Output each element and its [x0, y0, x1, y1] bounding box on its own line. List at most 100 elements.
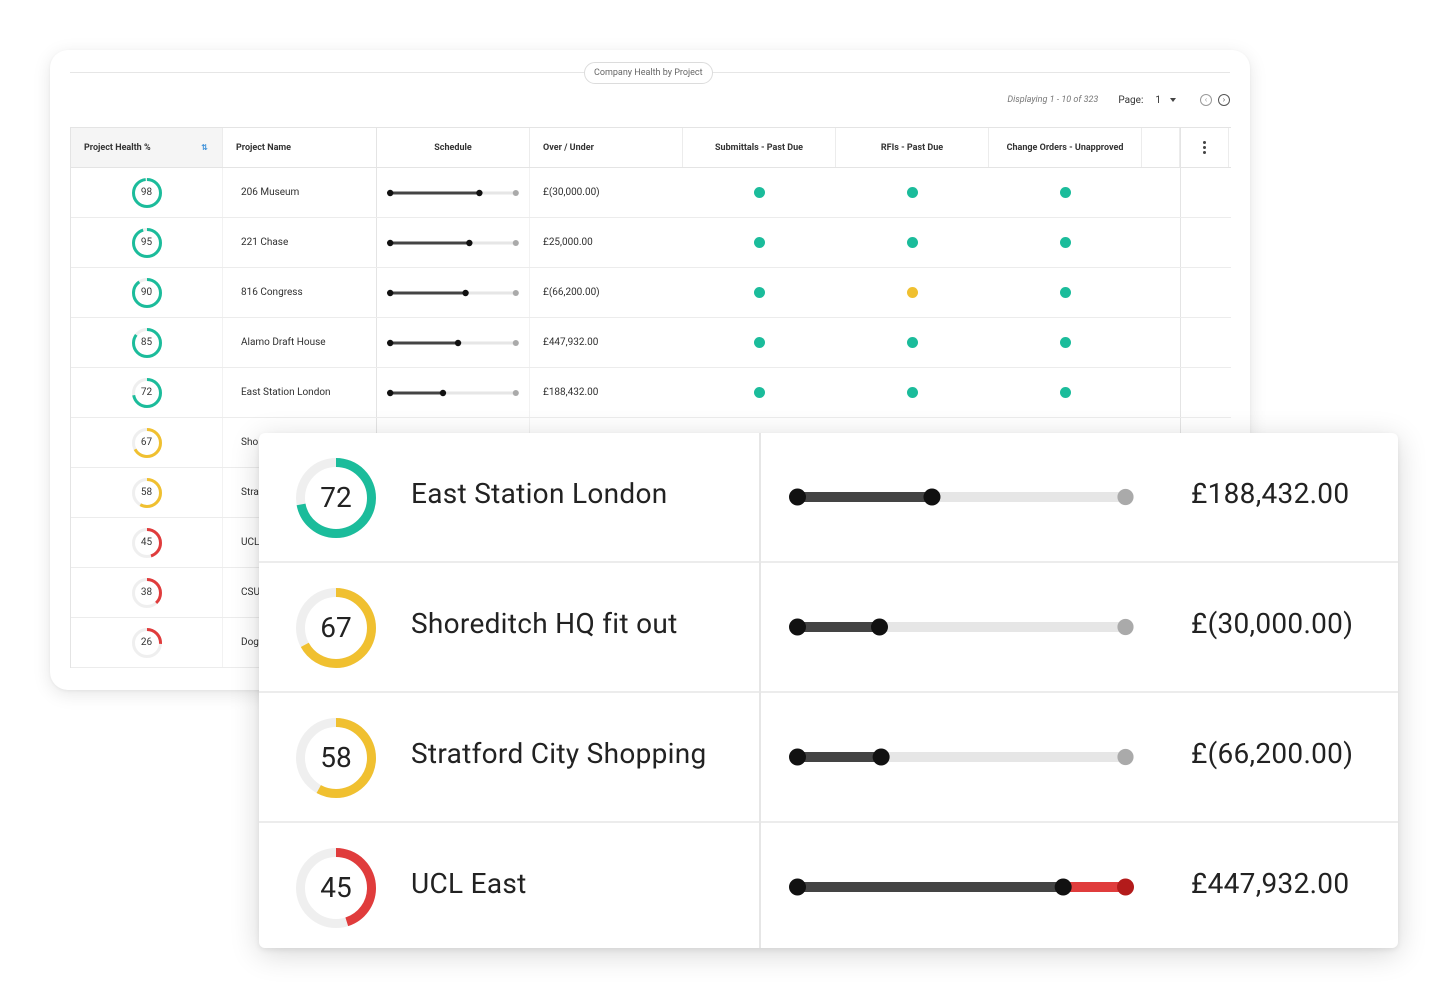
sort-icon[interactable]: ⇅: [201, 143, 208, 152]
column-header-submittals[interactable]: Submittals - Past Due: [683, 128, 836, 167]
zoom-row[interactable]: 58 Stratford City Shopping £(66,200.00): [259, 693, 1398, 823]
schedule-current-dot: [466, 239, 473, 246]
submittals-cell: [683, 318, 836, 367]
health-ring: 98: [131, 177, 162, 208]
prev-page-button[interactable]: ‹: [1200, 94, 1212, 106]
change-orders-cell: [989, 168, 1142, 217]
health-value: 45: [140, 536, 153, 548]
column-header-schedule[interactable]: Schedule: [377, 128, 530, 167]
project-name[interactable]: CSU: [241, 587, 260, 598]
health-value: 90: [140, 286, 153, 298]
project-health-cell: 95: [71, 218, 223, 267]
schedule-progress-bar: [789, 878, 1134, 896]
schedule-current-dot: [439, 389, 447, 396]
over-under-value: £188,432.00: [543, 387, 599, 398]
project-name[interactable]: East Station London: [241, 387, 331, 398]
table-row[interactable]: 85 Alamo Draft House £447,932.00: [71, 318, 1231, 368]
project-name[interactable]: UCL East: [411, 867, 527, 900]
health-value: 85: [140, 336, 153, 348]
column-header-project-name[interactable]: Project Name: [223, 128, 377, 167]
panel-title: Company Health by Project: [584, 62, 713, 84]
row-spacer: [1142, 168, 1180, 217]
schedule-current-dot: [1054, 878, 1072, 896]
more-options-icon[interactable]: [1180, 128, 1229, 167]
row-spacer: [1142, 318, 1180, 367]
table-header: Project Health % ⇅ Project Name Schedule…: [71, 128, 1231, 168]
table-row[interactable]: 90 816 Congress £(66,200.00): [71, 268, 1231, 318]
submittals-status-dot: [754, 387, 765, 398]
schedule-end-dot: [512, 239, 519, 246]
rfis-cell: [836, 268, 989, 317]
submittals-cell: [683, 368, 836, 417]
project-health-cell: 90: [71, 268, 223, 317]
rfis-cell: [836, 168, 989, 217]
over-under-value: £(66,200.00): [543, 287, 600, 298]
project-health-cell: 45: [71, 518, 223, 567]
project-name[interactable]: Dog: [241, 637, 259, 648]
next-page-button[interactable]: ›: [1218, 94, 1230, 106]
zoom-row[interactable]: 72 East Station London £188,432.00: [259, 433, 1398, 563]
schedule-cell: [789, 485, 1134, 509]
schedule-end-dot: [512, 289, 519, 296]
project-health-cell: 67: [71, 418, 223, 467]
change-orders-cell: [989, 368, 1142, 417]
schedule-progress-bar: [387, 189, 519, 196]
project-name-cell[interactable]: 206 Museum: [223, 168, 377, 217]
displaying-count: Displaying 1 - 10 of 323: [1007, 95, 1099, 105]
row-spacer: [1142, 268, 1180, 317]
schedule-progress-bar: [387, 339, 519, 346]
project-name[interactable]: UCL: [241, 537, 259, 548]
project-name[interactable]: Shoreditch HQ fit out: [411, 607, 678, 640]
change-orders-status-dot: [1060, 237, 1071, 248]
project-health-cell: 26: [71, 618, 223, 667]
project-name[interactable]: 816 Congress: [241, 287, 303, 298]
over-under-cell: £25,000.00: [530, 218, 683, 267]
change-orders-status-dot: [1060, 387, 1071, 398]
project-name[interactable]: East Station London: [411, 477, 668, 510]
schedule-end-dot: [512, 339, 519, 346]
project-health-cell: 98: [71, 168, 223, 217]
schedule-start-dot: [789, 878, 806, 896]
project-name[interactable]: Sho: [241, 437, 258, 448]
pagination: Displaying 1 - 10 of 323 Page: 1 ‹ ›: [1007, 90, 1230, 110]
project-name[interactable]: Alamo Draft House: [241, 337, 326, 348]
project-name-cell[interactable]: 221 Chase: [223, 218, 377, 267]
project-name-cell[interactable]: East Station London: [223, 368, 377, 417]
table-row[interactable]: 98 206 Museum £(30,000.00): [71, 168, 1231, 218]
column-header-label: Project Name: [236, 142, 292, 153]
project-name[interactable]: Stratford City Shopping: [411, 737, 707, 770]
schedule-progress-bar: [789, 618, 1134, 636]
zoom-row[interactable]: 45 UCL East £447,932.00: [259, 823, 1398, 948]
over-under-value: £447,932.00: [543, 337, 599, 348]
column-header-rfis[interactable]: RFIs - Past Due: [836, 128, 989, 167]
column-header-change-orders[interactable]: Change Orders - Unapproved: [989, 128, 1142, 167]
zoom-row[interactable]: 67 Shoreditch HQ fit out £(30,000.00): [259, 563, 1398, 693]
schedule-current-dot: [454, 339, 462, 346]
rfis-cell: [836, 368, 989, 417]
page-select[interactable]: 1: [1155, 95, 1176, 106]
schedule-cell: [789, 875, 1134, 899]
project-name[interactable]: 206 Museum: [241, 187, 299, 198]
rfis-status-dot: [907, 337, 918, 348]
rfis-status-dot: [907, 387, 918, 398]
submittals-cell: [683, 268, 836, 317]
schedule-cell: [377, 218, 530, 267]
zoom-detail-panel: 72 East Station London £188,432.00 67 Shored…: [259, 433, 1398, 948]
project-name-cell[interactable]: Alamo Draft House: [223, 318, 377, 367]
schedule-end-dot: [512, 389, 519, 396]
submittals-cell: [683, 218, 836, 267]
column-header-project-health[interactable]: Project Health % ⇅: [71, 128, 223, 167]
schedule-start-dot: [789, 488, 806, 506]
project-name-cell[interactable]: 816 Congress: [223, 268, 377, 317]
table-row[interactable]: 72 East Station London £188,432.00: [71, 368, 1231, 418]
health-value: 45: [320, 871, 352, 904]
project-name[interactable]: 221 Chase: [241, 237, 288, 248]
schedule-end-dot: [512, 189, 519, 196]
schedule-current-dot: [923, 488, 941, 506]
change-orders-status-dot: [1060, 287, 1071, 298]
health-value: 72: [320, 481, 352, 514]
column-header-over-under[interactable]: Over / Under: [530, 128, 683, 167]
project-name[interactable]: Stra: [241, 487, 259, 498]
row-actions-cell: [1180, 368, 1229, 417]
table-row[interactable]: 95 221 Chase £25,000.00: [71, 218, 1231, 268]
